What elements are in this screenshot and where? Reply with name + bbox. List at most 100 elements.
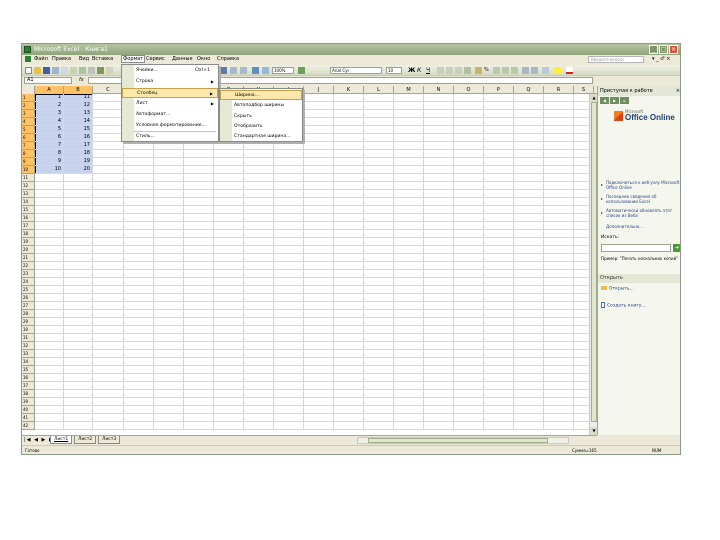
cell[interactable] — [544, 294, 574, 302]
cell[interactable]: 5 — [35, 126, 64, 134]
cell[interactable] — [274, 158, 304, 166]
cell[interactable] — [154, 366, 184, 374]
cell[interactable] — [184, 414, 214, 422]
cell[interactable] — [424, 102, 454, 110]
cell[interactable] — [35, 190, 64, 198]
cell[interactable] — [484, 406, 514, 414]
cell[interactable] — [35, 230, 64, 238]
cell[interactable] — [394, 358, 424, 366]
cell[interactable] — [184, 374, 214, 382]
cell[interactable] — [394, 182, 424, 190]
cell[interactable] — [424, 302, 454, 310]
cell[interactable] — [154, 422, 184, 430]
menu-view[interactable]: Вид — [79, 56, 89, 62]
cell[interactable] — [64, 382, 93, 390]
row-header[interactable]: 7 — [22, 142, 35, 150]
cell[interactable] — [304, 318, 334, 326]
format-menu-autoformat[interactable]: Автоформат... — [122, 110, 218, 120]
cell[interactable] — [394, 302, 424, 310]
cell[interactable] — [364, 366, 394, 374]
cell[interactable] — [244, 206, 274, 214]
font-color-icon[interactable] — [566, 67, 573, 74]
cell[interactable] — [35, 310, 64, 318]
cell[interactable] — [154, 382, 184, 390]
cell[interactable] — [394, 206, 424, 214]
cell[interactable] — [274, 422, 304, 430]
cell[interactable] — [484, 166, 514, 174]
cell[interactable] — [424, 286, 454, 294]
cell[interactable] — [334, 342, 364, 350]
link-auto-update[interactable]: Автоматически обновлять этот список из В… — [606, 208, 680, 218]
cell[interactable] — [154, 294, 184, 302]
cell[interactable] — [35, 406, 64, 414]
cell[interactable] — [214, 262, 244, 270]
cell[interactable] — [304, 238, 334, 246]
cell[interactable] — [514, 174, 544, 182]
cell[interactable] — [394, 238, 424, 246]
cell[interactable] — [364, 358, 394, 366]
cell[interactable] — [514, 270, 544, 278]
row-header[interactable]: 38 — [22, 390, 35, 398]
row-header[interactable]: 24 — [22, 278, 35, 286]
cell[interactable] — [544, 326, 574, 334]
cell[interactable] — [184, 206, 214, 214]
cell[interactable] — [364, 126, 394, 134]
name-box[interactable]: A1 — [24, 77, 72, 84]
cell[interactable] — [64, 398, 93, 406]
cell[interactable] — [274, 334, 304, 342]
cell[interactable]: 17 — [64, 142, 93, 150]
cell[interactable] — [454, 350, 484, 358]
cell[interactable] — [394, 190, 424, 198]
align-right-icon[interactable] — [455, 67, 462, 74]
cell[interactable] — [394, 166, 424, 174]
cell[interactable] — [424, 270, 454, 278]
cell[interactable] — [454, 246, 484, 254]
cell[interactable] — [124, 254, 154, 262]
cell[interactable] — [214, 326, 244, 334]
cell[interactable] — [304, 126, 334, 134]
excel-app-icon[interactable] — [24, 46, 31, 53]
cell[interactable] — [544, 118, 574, 126]
cell[interactable] — [454, 342, 484, 350]
cell[interactable] — [364, 94, 394, 102]
cell[interactable] — [424, 294, 454, 302]
cell[interactable]: 19 — [64, 158, 93, 166]
cell[interactable] — [424, 398, 454, 406]
decrease-indent-icon[interactable] — [522, 67, 529, 74]
cell[interactable] — [244, 150, 274, 158]
cell[interactable] — [214, 198, 244, 206]
cell[interactable] — [274, 150, 304, 158]
row-header[interactable]: 4 — [22, 118, 35, 126]
cell[interactable] — [514, 374, 544, 382]
cell[interactable] — [364, 214, 394, 222]
cell[interactable] — [484, 94, 514, 102]
menu-tools[interactable]: Сервис — [146, 56, 165, 62]
cell[interactable] — [454, 374, 484, 382]
cell[interactable] — [184, 302, 214, 310]
cell[interactable] — [514, 422, 544, 430]
cell[interactable] — [64, 254, 93, 262]
cell[interactable] — [514, 198, 544, 206]
row-header[interactable]: 21 — [22, 254, 35, 262]
cell[interactable] — [364, 342, 394, 350]
cell[interactable] — [334, 174, 364, 182]
cell[interactable] — [93, 286, 124, 294]
cell[interactable] — [454, 230, 484, 238]
cell[interactable] — [334, 254, 364, 262]
cell[interactable] — [124, 318, 154, 326]
cell[interactable] — [514, 142, 544, 150]
cell[interactable] — [35, 350, 64, 358]
cell[interactable] — [514, 254, 544, 262]
cell[interactable] — [154, 214, 184, 222]
cell[interactable] — [424, 278, 454, 286]
cell[interactable] — [394, 294, 424, 302]
cell[interactable] — [214, 182, 244, 190]
cell[interactable] — [64, 374, 93, 382]
cell[interactable] — [544, 382, 574, 390]
cell[interactable] — [124, 198, 154, 206]
cell[interactable] — [394, 102, 424, 110]
cut-icon[interactable] — [97, 67, 104, 74]
cell[interactable] — [274, 342, 304, 350]
cell[interactable] — [35, 374, 64, 382]
cell[interactable] — [484, 198, 514, 206]
